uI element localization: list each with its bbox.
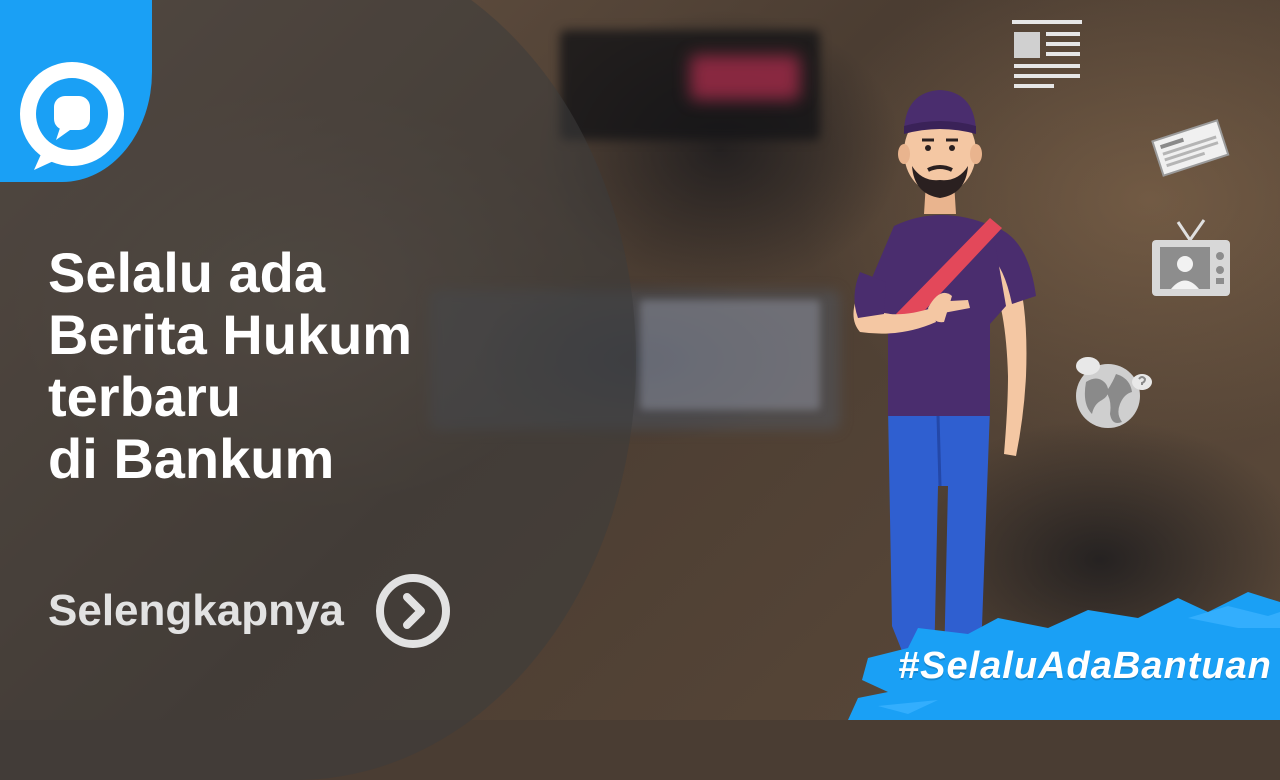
- headline-line: terbaru: [48, 365, 241, 428]
- article-icon: [1012, 20, 1082, 88]
- hashtag-text: #SelaluAdaBantuan: [898, 645, 1272, 687]
- background-laptop-screen: [640, 300, 820, 410]
- headline-line: Berita Hukum: [48, 303, 413, 366]
- chat-bubble-logo-icon: [20, 62, 124, 170]
- background-red-light: [690, 55, 800, 100]
- read-more-button[interactable]: Selengkapnya: [48, 572, 452, 650]
- chevron-right-circle-icon[interactable]: [374, 572, 452, 650]
- headline-line: di Bankum: [48, 427, 335, 490]
- newspaper-icon: [1151, 119, 1230, 177]
- headline-line: Selalu ada: [48, 241, 326, 304]
- read-more-label: Selengkapnya: [48, 586, 344, 635]
- globe-icon: [1076, 357, 1152, 428]
- headline: Selalu ada Berita Hukum terbaru di Banku…: [48, 242, 548, 490]
- tv-icon: [1152, 219, 1230, 296]
